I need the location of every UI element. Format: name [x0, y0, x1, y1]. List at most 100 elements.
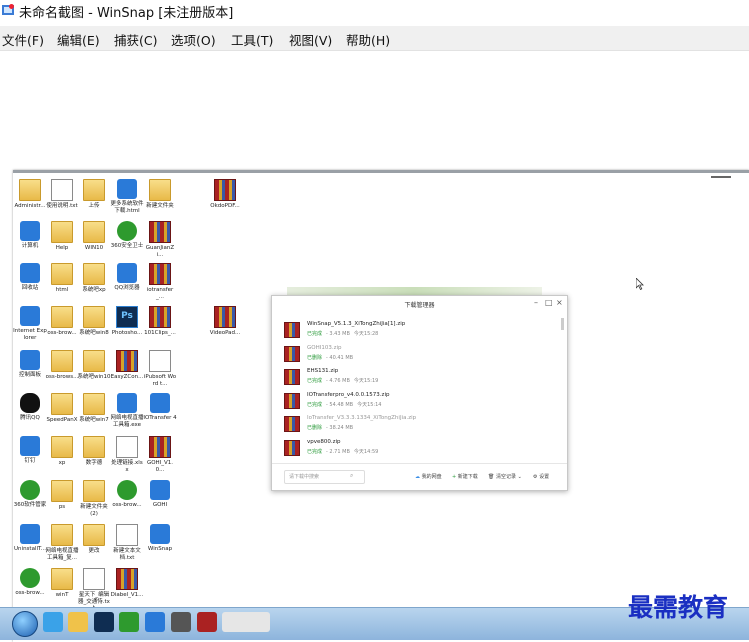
- desktop-icon[interactable]: UninstallT...: [13, 524, 47, 553]
- zip-file-icon: [284, 416, 300, 432]
- desktop-icon[interactable]: 101Clips_...: [143, 306, 177, 337]
- desktop-icon-label: Help: [55, 245, 69, 251]
- desktop-icon[interactable]: 上传: [77, 179, 111, 210]
- desktop-icon[interactable]: ps: [45, 480, 79, 511]
- desktop-icon[interactable]: 360安全卫士: [110, 221, 144, 250]
- desktop-icon[interactable]: 新建文本文档.txt: [110, 524, 144, 561]
- desktop-icon[interactable]: OkdoPDF...: [208, 179, 242, 210]
- desktop-icon[interactable]: GuanJianZi...: [143, 221, 177, 258]
- desktop-icon[interactable]: Administr...: [13, 179, 47, 210]
- desktop-icon[interactable]: IOTransfer 4: [143, 393, 177, 422]
- taskbar-ie-icon[interactable]: [43, 612, 63, 632]
- desktop-icon[interactable]: 回收站: [13, 263, 47, 292]
- desktop-icon[interactable]: EasyZCon...: [110, 350, 144, 381]
- taskbar-folder-icon[interactable]: [68, 612, 88, 632]
- desktop-icon-label: IOTransfer 4: [143, 415, 177, 421]
- desktop-icon[interactable]: VideoPad...: [208, 306, 242, 337]
- desktop-icon-label: Photosho...: [111, 330, 143, 336]
- desktop-icon[interactable]: 系统吧xp: [77, 263, 111, 294]
- scroll-handle[interactable]: [711, 176, 731, 178]
- desktop-icon[interactable]: Diabel_V1...: [110, 568, 144, 599]
- desktop-icon[interactable]: WIN10: [77, 221, 111, 252]
- desktop-icon[interactable]: oss-brows...: [45, 350, 79, 381]
- desktop-icon[interactable]: oss-brow...: [13, 568, 47, 597]
- desktop-icon[interactable]: 钉钉: [13, 436, 47, 465]
- desktop-icon[interactable]: 计算机: [13, 221, 47, 250]
- cloud-disk-button[interactable]: ☁ 我的网盘: [415, 473, 442, 480]
- desktop-icon[interactable]: 新建文件夹: [143, 179, 177, 210]
- desktop-icon[interactable]: 星天下_编辑器_交通恃.txt: [77, 568, 111, 612]
- taskbar-browser-icon[interactable]: [145, 612, 165, 632]
- desktop-icon[interactable]: html: [45, 263, 79, 294]
- dingtalk-icon: [20, 436, 40, 456]
- download-item[interactable]: IOTransferpro_v4.0.0.1573.zip 已完成 - 54.48 …: [280, 391, 555, 411]
- zip-file-icon: [284, 345, 300, 362]
- desktop-icon[interactable]: 数字德: [77, 436, 111, 467]
- desktop-icon[interactable]: xp: [45, 436, 79, 467]
- desktop-icon[interactable]: WinSnap: [143, 524, 177, 553]
- taskbar-photoshop-icon[interactable]: [94, 612, 114, 632]
- desktop-icon[interactable]: 控制面板: [13, 350, 47, 379]
- desktop-icon[interactable]: SpeedPanX: [45, 393, 79, 424]
- desktop-icon[interactable]: 网络电视直播工具箱.exe: [110, 393, 144, 428]
- desktop-icon-label: 系统吧win8: [79, 330, 109, 336]
- close-button[interactable]: ×: [556, 298, 563, 307]
- desktop-icon-label: Diabel_V1...: [110, 592, 144, 598]
- menu-tools[interactable]: 工具(T): [231, 30, 273, 49]
- download-item[interactable]: vpve800.zip 已完成 - 2.71 MB 今天14:59: [280, 438, 555, 458]
- desktop-icon[interactable]: 使用说明.txt: [45, 179, 79, 210]
- desktop-icon[interactable]: Internet Explorer: [13, 306, 47, 341]
- desktop-icon[interactable]: QQ浏览器: [110, 263, 144, 292]
- menu-help[interactable]: 帮助(H): [346, 30, 390, 49]
- desktop-icon[interactable]: 更改: [77, 524, 111, 555]
- download-item[interactable]: EHS131.zip 已完成 - 4.76 MB 今天15:19: [280, 367, 555, 387]
- desktop-icon[interactable]: 系统吧win7: [77, 393, 111, 424]
- desktop-icon[interactable]: 新建文件夹 (2): [77, 480, 111, 517]
- menu-capture[interactable]: 捕获(C): [114, 30, 157, 49]
- desktop-icon[interactable]: iPubsoft Word t...: [143, 350, 177, 387]
- taskbar-active-window[interactable]: [222, 612, 270, 632]
- desktop-icon[interactable]: 系统吧win10: [77, 350, 111, 381]
- desktop-icon-label: VideoPad...: [209, 330, 241, 336]
- maximize-button[interactable]: □: [545, 298, 553, 307]
- settings-button[interactable]: ⚙ 设置: [533, 473, 549, 480]
- new-download-button[interactable]: + 新建下载: [452, 473, 478, 480]
- menu-options[interactable]: 选项(O): [171, 30, 216, 49]
- desktop-icon-label: GuanJianZi...: [145, 245, 175, 258]
- desktop-icon-label: Internet Explorer: [13, 328, 47, 341]
- user-folder-icon: [19, 179, 41, 201]
- list-scrollbar[interactable]: [561, 318, 564, 330]
- taskbar-winrar-icon[interactable]: [197, 612, 217, 632]
- taskbar-360-icon[interactable]: [119, 612, 139, 632]
- menu-file[interactable]: 文件(F): [2, 30, 44, 49]
- download-status: 已删除: [307, 425, 323, 431]
- desktop-icon[interactable]: GOHI_V1.0...: [143, 436, 177, 473]
- menu-view[interactable]: 视图(V): [289, 30, 332, 49]
- clear-history-button[interactable]: 🗑 清空记录 ⌄: [488, 473, 522, 480]
- desktop-icon[interactable]: 处理链接.xlsx: [110, 436, 144, 473]
- desktop-icon[interactable]: 更多系统软件下载.html: [110, 179, 144, 214]
- desktop-icon[interactable]: iotransfer_...: [143, 263, 177, 300]
- desktop-icon[interactable]: oss-brow...: [110, 480, 144, 509]
- minimize-button[interactable]: –: [534, 298, 538, 307]
- search-icon[interactable]: ⌕: [350, 472, 353, 480]
- desktop-icon[interactable]: 360软件管家: [13, 480, 47, 509]
- desktop-icon-label: WinSnap: [147, 546, 173, 552]
- rar-icon: [149, 263, 171, 285]
- desktop-icon[interactable]: 腾讯QQ: [13, 393, 47, 422]
- download-item[interactable]: IoTransfer_V3.3.3.1334_XiTongZhiJia.zip 已…: [280, 414, 555, 434]
- download-item[interactable]: GOHI103.zip 已删除 - 40.41 MB: [280, 344, 555, 364]
- zip-file-icon: [284, 369, 300, 385]
- menu-edit[interactable]: 编辑(E): [57, 30, 100, 49]
- start-button[interactable]: [12, 611, 38, 637]
- desktop-icon[interactable]: Help: [45, 221, 79, 252]
- desktop-icon[interactable]: oss-brow...: [45, 306, 79, 337]
- desktop-icon[interactable]: 网络电视直播工具箱_复...: [45, 524, 79, 561]
- desktop-icon-label: 腾讯QQ: [20, 415, 40, 421]
- desktop-icon[interactable]: 系统吧win8: [77, 306, 111, 337]
- download-item[interactable]: WinSnap_V5.1.3_XiTongZhiJia[1].zip 已完成 - 3…: [280, 320, 555, 340]
- desktop-icon[interactable]: winT: [45, 568, 79, 599]
- taskbar-app-icon[interactable]: [171, 612, 191, 632]
- desktop-icon[interactable]: Ps Photosho...: [110, 306, 144, 337]
- desktop-icon[interactable]: GOHI: [143, 480, 177, 509]
